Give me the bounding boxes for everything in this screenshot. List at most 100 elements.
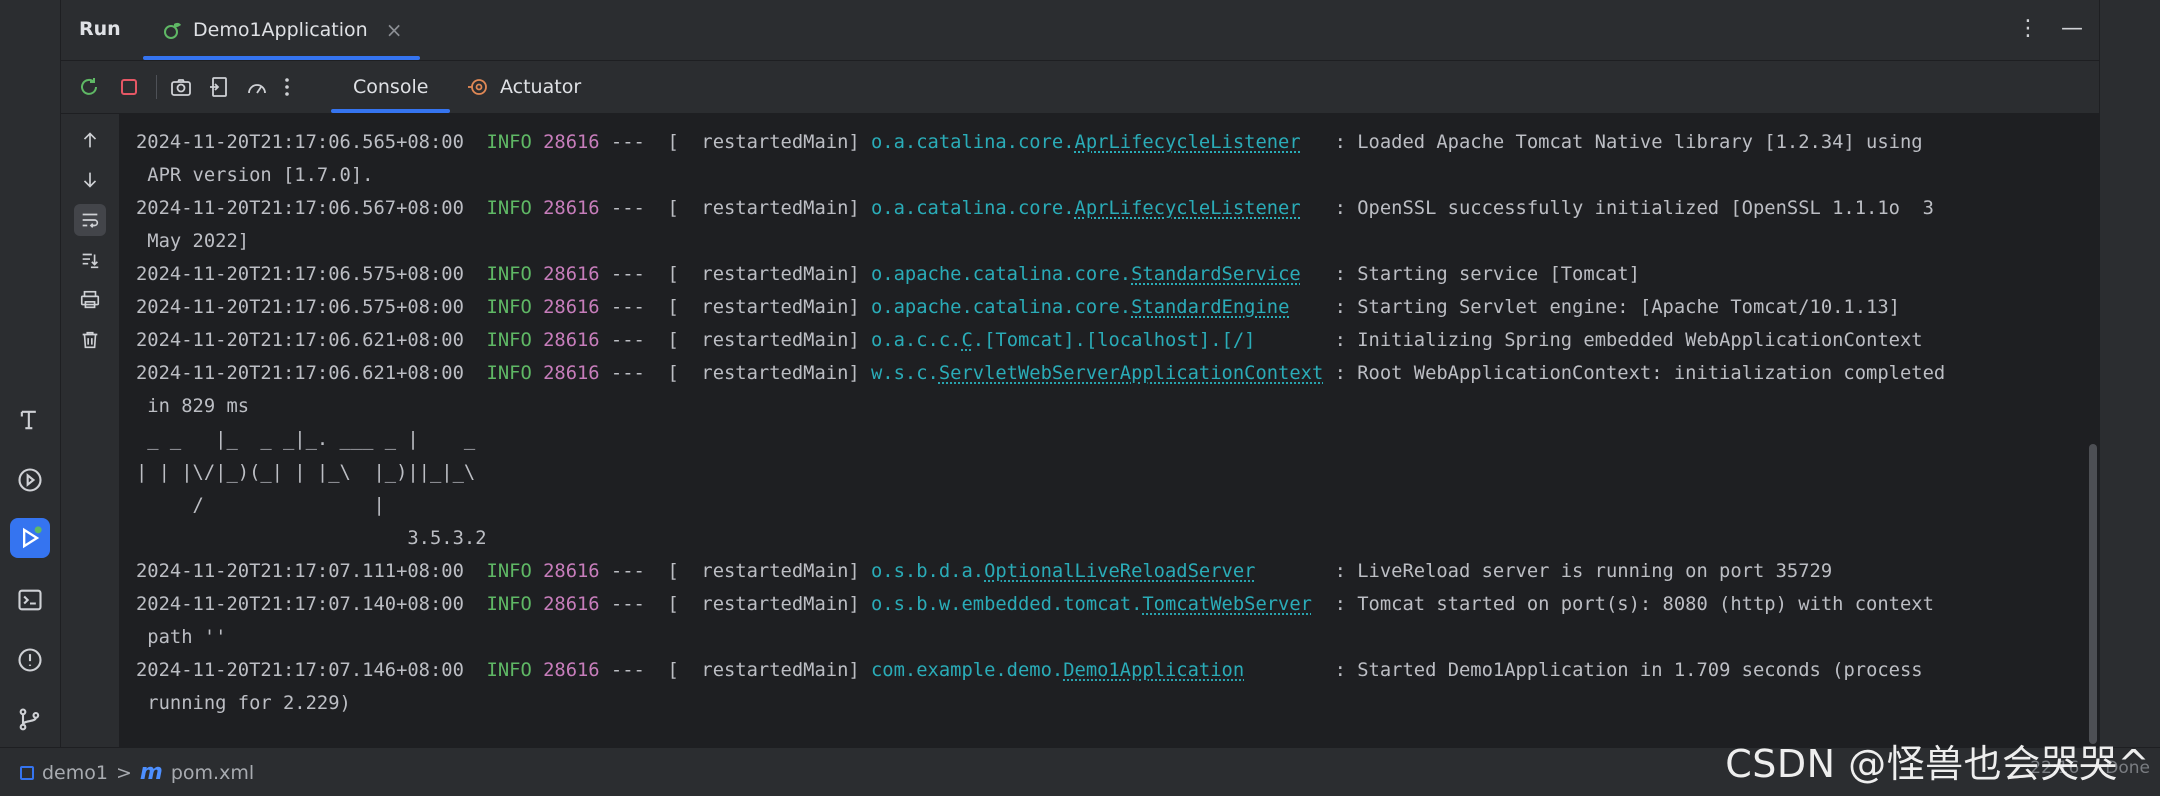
console-text: path '' [136, 627, 227, 648]
log-thread: --- [ restartedMain] [599, 297, 871, 318]
log-pid: 28616 [543, 198, 600, 219]
profiler-gauge-icon[interactable] [243, 73, 271, 101]
log-message: : Loaded Apache Tomcat Native library [1… [1334, 132, 1923, 153]
console-text: / | [136, 495, 385, 516]
log-level: INFO [486, 264, 532, 285]
log-logger-class-link[interactable]: AprLifecycleListener [1075, 132, 1301, 153]
log-message: : Starting Servlet engine: [Apache Tomca… [1334, 297, 1900, 318]
log-level: INFO [486, 330, 532, 351]
log-logger-package: o.apache.catalina.core. [871, 264, 1132, 285]
log-level: INFO [486, 132, 532, 153]
run-tool-icon[interactable] [10, 518, 50, 558]
header-actions: ⋮ — [2017, 16, 2083, 42]
problems-icon[interactable] [10, 640, 50, 680]
log-message: : Initializing Spring embedded WebApplic… [1334, 330, 1923, 351]
rerun-icon[interactable] [75, 73, 103, 101]
log-logger-class-link[interactable]: TomcatWebServer [1142, 594, 1312, 615]
log-thread: --- [ restartedMain] [599, 264, 871, 285]
log-timestamp: 2024-11-20T21:17:06.621+08:00 [136, 330, 487, 351]
log-timestamp: 2024-11-20T21:17:07.111+08:00 [136, 561, 487, 582]
scroll-to-end-icon[interactable] [74, 244, 106, 276]
tab-console[interactable]: Console [331, 61, 451, 113]
log-space [532, 198, 543, 219]
log-logger-class-link[interactable]: StandardEngine [1131, 297, 1289, 318]
log-pad [1289, 297, 1334, 318]
console-line: | | |\/|_)(_| | |_\ |_)||_|_\ [136, 456, 1945, 489]
exit-icon[interactable] [205, 73, 233, 101]
status-bar: demo1 > m pom.xml 22:16 Done CSDN @怪兽也会哭… [0, 742, 2160, 796]
log-logger-class-link[interactable]: AprLifecycleListener [1075, 198, 1301, 219]
log-pad [1323, 363, 1334, 384]
log-pid: 28616 [543, 594, 600, 615]
scroll-down-icon[interactable] [74, 164, 106, 196]
console-line: 2024-11-20T21:17:06.621+08:00 INFO 28616… [136, 357, 1945, 390]
console-line: 2024-11-20T21:17:06.575+08:00 INFO 28616… [136, 291, 1945, 324]
log-pad [1255, 561, 1334, 582]
more-actions-icon[interactable] [273, 73, 301, 101]
log-timestamp: 2024-11-20T21:17:06.575+08:00 [136, 264, 487, 285]
breadcrumb: demo1 > m pom.xml [20, 760, 254, 785]
console-line: 2024-11-20T21:17:07.111+08:00 INFO 28616… [136, 555, 1945, 588]
log-pid: 28616 [543, 561, 600, 582]
log-logger-class-link[interactable]: ServletWebServerApplicationContext [939, 363, 1323, 384]
log-thread: --- [ restartedMain] [599, 561, 871, 582]
console-text: running for 2.229) [136, 693, 351, 714]
console-line: 3.5.3.2 [136, 522, 1945, 555]
tab-demo1application[interactable]: Demo1Application × [143, 0, 421, 60]
more-options-icon[interactable]: ⋮ [2017, 16, 2039, 42]
log-level: INFO [486, 198, 532, 219]
csdn-watermark: CSDN @怪兽也会哭哭^ [1725, 742, 2150, 786]
log-space [532, 594, 543, 615]
log-space [532, 363, 543, 384]
log-message: : Starting service [Tomcat] [1334, 264, 1640, 285]
log-pad [1244, 660, 1334, 681]
log-level: INFO [486, 561, 532, 582]
log-pad [1301, 264, 1335, 285]
log-pid: 28616 [543, 297, 600, 318]
console-line: May 2022] [136, 225, 1945, 258]
log-pad [1312, 594, 1335, 615]
log-logger-class-link[interactable]: OptionalLiveReloadServer [984, 561, 1255, 582]
breadcrumb-file[interactable]: pom.xml [171, 762, 254, 784]
log-space [532, 264, 543, 285]
git-icon[interactable] [10, 700, 50, 740]
log-logger-class-link[interactable]: StandardService [1131, 264, 1301, 285]
console-scrollbar[interactable] [2089, 444, 2097, 744]
soft-wrap-icon[interactable] [74, 204, 106, 236]
console-output[interactable]: 2024-11-20T21:17:06.565+08:00 INFO 28616… [119, 114, 2099, 748]
panel-title: Run [79, 18, 121, 40]
console-line: path '' [136, 621, 1945, 654]
clear-all-trash-icon[interactable] [74, 324, 106, 356]
log-space [532, 297, 543, 318]
camera-icon[interactable] [167, 73, 195, 101]
print-icon[interactable] [74, 284, 106, 316]
minimize-icon[interactable]: — [2061, 16, 2083, 42]
stop-icon[interactable] [115, 73, 143, 101]
log-logger-package: o.s.b.w.embedded.tomcat. [871, 594, 1143, 615]
tab-actuator[interactable]: Actuator [456, 61, 591, 113]
log-pid: 28616 [543, 132, 600, 153]
log-pad [1301, 198, 1335, 219]
log-level: INFO [486, 660, 532, 681]
log-logger-class-link[interactable]: C [961, 330, 972, 351]
log-logger-package: o.apache.catalina.core. [871, 297, 1132, 318]
scroll-up-icon[interactable] [74, 124, 106, 156]
right-tool-strip [2099, 0, 2160, 748]
close-tab-icon[interactable]: × [386, 18, 403, 42]
terminal-icon[interactable] [10, 580, 50, 620]
log-space [532, 330, 543, 351]
log-level: INFO [486, 363, 532, 384]
console-line: APR version [1.7.0]. [136, 159, 1945, 192]
build-hammer-icon[interactable] [10, 400, 50, 440]
log-logger-class-link[interactable]: Demo1Application [1063, 660, 1244, 681]
log-timestamp: 2024-11-20T21:17:07.140+08:00 [136, 594, 487, 615]
console-text: May 2022] [136, 231, 250, 252]
log-message: : Tomcat started on port(s): 8080 (http)… [1334, 594, 1934, 615]
console-text: in 829 ms [136, 396, 250, 417]
console-text: 3.5.3.2 [136, 528, 487, 549]
breadcrumb-project[interactable]: demo1 [42, 762, 108, 784]
console-line: / | [136, 489, 1945, 522]
services-icon[interactable] [10, 460, 50, 500]
console-line: running for 2.229) [136, 687, 1945, 720]
run-tab-label: Demo1Application [193, 19, 368, 41]
